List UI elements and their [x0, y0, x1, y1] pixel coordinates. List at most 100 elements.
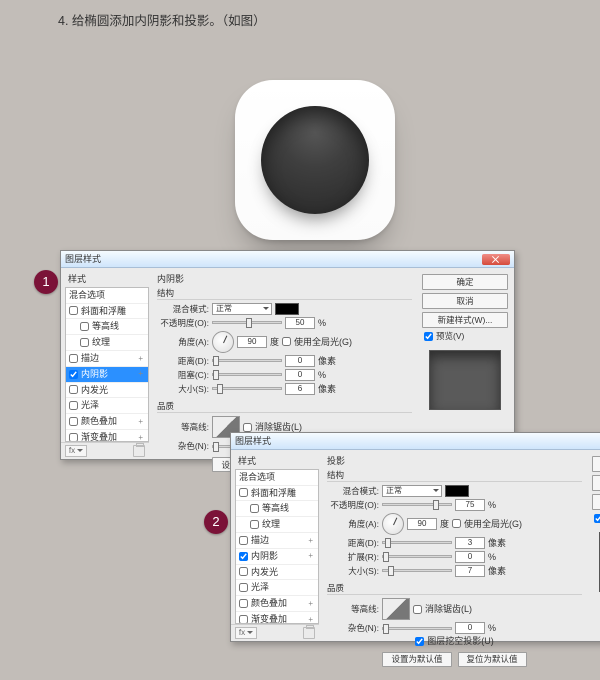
style-item-label: 纹理 [262, 519, 280, 530]
style-item-颜色叠加[interactable]: 颜色叠加+ [66, 414, 148, 430]
opacity-field[interactable]: 75 [455, 499, 485, 511]
style-item-checkbox[interactable] [69, 433, 78, 442]
reset-default-button[interactable]: 复位为默认值 [458, 652, 527, 667]
preview-checkbox[interactable] [424, 332, 433, 341]
shadow-color-swatch[interactable] [445, 485, 469, 497]
style-item-checkbox[interactable] [239, 488, 248, 497]
titlebar[interactable]: 图层样式 [231, 433, 600, 450]
noise-field[interactable]: 0 [455, 622, 485, 634]
size-field[interactable]: 6 [285, 383, 315, 395]
style-item-checkbox[interactable] [69, 417, 78, 426]
cancel-button[interactable]: 取消 [422, 293, 508, 309]
style-item-checkbox[interactable] [239, 536, 248, 545]
opacity-field[interactable]: 50 [285, 317, 315, 329]
spread-field[interactable]: 0 [455, 551, 485, 563]
style-item-内阴影[interactable]: 内阴影+ [66, 367, 148, 383]
style-item-checkbox[interactable] [239, 599, 248, 608]
distance-slider[interactable] [212, 359, 282, 362]
shadow-color-swatch[interactable] [275, 303, 299, 315]
choke-slider[interactable] [212, 373, 282, 376]
style-item-内发光[interactable]: 内发光 [236, 565, 318, 581]
style-item-光泽[interactable]: 光泽 [66, 398, 148, 414]
style-item-checkbox[interactable] [239, 615, 248, 624]
style-item-checkbox[interactable] [69, 401, 78, 410]
anti-alias-checkbox[interactable] [243, 423, 252, 432]
blend-mode-select[interactable]: 正常 [382, 485, 442, 497]
size-unit: 像素 [488, 566, 506, 577]
make-default-button[interactable]: 设置为默认值 [382, 652, 451, 667]
ok-button[interactable]: 确定 [422, 274, 508, 290]
angle-field[interactable]: 90 [407, 518, 437, 530]
blend-mode-select[interactable]: 正常 [212, 303, 272, 315]
style-item-斜面和浮雕[interactable]: 斜面和浮雕 [236, 486, 318, 502]
style-item-label: 内发光 [81, 385, 108, 396]
size-label: 大小(S): [157, 384, 209, 394]
distance-label: 距离(D): [157, 356, 209, 366]
style-item-checkbox[interactable] [80, 322, 89, 331]
style-item-checkbox[interactable] [69, 385, 78, 394]
callout-badge-2: 2 [204, 510, 228, 534]
distance-unit: 像素 [488, 538, 506, 549]
contour-picker[interactable] [382, 598, 410, 620]
style-item-checkbox[interactable] [239, 583, 248, 592]
style-item-等高线[interactable]: 等高线 [236, 501, 318, 517]
style-item-混合选项[interactable]: 混合选项 [66, 288, 148, 304]
size-slider[interactable] [212, 387, 282, 390]
anti-alias-checkbox[interactable] [413, 605, 422, 614]
size-unit: 像素 [318, 384, 336, 395]
angle-dial[interactable] [212, 331, 234, 353]
style-item-光泽[interactable]: 光泽 [236, 580, 318, 596]
style-item-label: 描边 [251, 535, 269, 546]
trash-icon[interactable] [303, 627, 315, 639]
style-item-内阴影[interactable]: 内阴影+ [236, 549, 318, 565]
new-style-button[interactable]: 新建样式(W)... [422, 312, 508, 328]
fx-menu-button[interactable]: fx [235, 627, 257, 639]
angle-dial[interactable] [382, 513, 404, 535]
choke-field[interactable]: 0 [285, 369, 315, 381]
angle-field[interactable]: 90 [237, 336, 267, 348]
size-field[interactable]: 7 [455, 565, 485, 577]
style-item-checkbox[interactable] [250, 520, 259, 529]
knockout-checkbox[interactable] [415, 637, 424, 646]
noise-slider[interactable] [382, 627, 452, 630]
style-item-纹理[interactable]: 纹理 [236, 517, 318, 533]
style-item-渐变叠加[interactable]: 渐变叠加+ [66, 430, 148, 442]
distance-field[interactable]: 0 [285, 355, 315, 367]
noise-label: 杂色(N): [327, 623, 379, 633]
opacity-slider[interactable] [212, 321, 282, 324]
distance-slider[interactable] [382, 541, 452, 544]
style-item-checkbox[interactable] [239, 567, 248, 576]
cancel-button[interactable]: 取消 [592, 475, 600, 491]
opacity-unit: % [318, 318, 326, 329]
distance-field[interactable]: 3 [455, 537, 485, 549]
titlebar[interactable]: 图层样式 [61, 251, 514, 268]
style-item-checkbox[interactable] [69, 370, 78, 379]
style-item-内发光[interactable]: 内发光 [66, 383, 148, 399]
trash-icon[interactable] [133, 445, 145, 457]
ok-button[interactable]: 确定 [592, 456, 600, 472]
style-item-颜色叠加[interactable]: 颜色叠加+ [236, 596, 318, 612]
size-slider[interactable] [382, 569, 452, 572]
opacity-slider[interactable] [382, 503, 452, 506]
style-item-纹理[interactable]: 纹理 [66, 335, 148, 351]
global-light-checkbox[interactable] [282, 337, 291, 346]
close-icon[interactable] [482, 254, 510, 265]
style-item-checkbox[interactable] [250, 504, 259, 513]
style-item-混合选项[interactable]: 混合选项 [236, 470, 318, 486]
dialog-footer: fx [61, 442, 149, 459]
style-item-checkbox[interactable] [69, 354, 78, 363]
preview-checkbox[interactable] [594, 514, 600, 523]
style-item-描边[interactable]: 描边+ [66, 351, 148, 367]
style-item-checkbox[interactable] [80, 338, 89, 347]
style-item-label: 渐变叠加 [81, 432, 117, 442]
style-item-checkbox[interactable] [239, 552, 248, 561]
style-item-斜面和浮雕[interactable]: 斜面和浮雕 [66, 304, 148, 320]
style-item-等高线[interactable]: 等高线 [66, 319, 148, 335]
style-item-checkbox[interactable] [69, 306, 78, 315]
fx-menu-button[interactable]: fx [65, 445, 87, 457]
new-style-button[interactable]: 新建样式(W)... [592, 494, 600, 510]
style-item-描边[interactable]: 描边+ [236, 533, 318, 549]
spread-slider[interactable] [382, 555, 452, 558]
style-item-渐变叠加[interactable]: 渐变叠加+ [236, 612, 318, 624]
global-light-checkbox[interactable] [452, 519, 461, 528]
